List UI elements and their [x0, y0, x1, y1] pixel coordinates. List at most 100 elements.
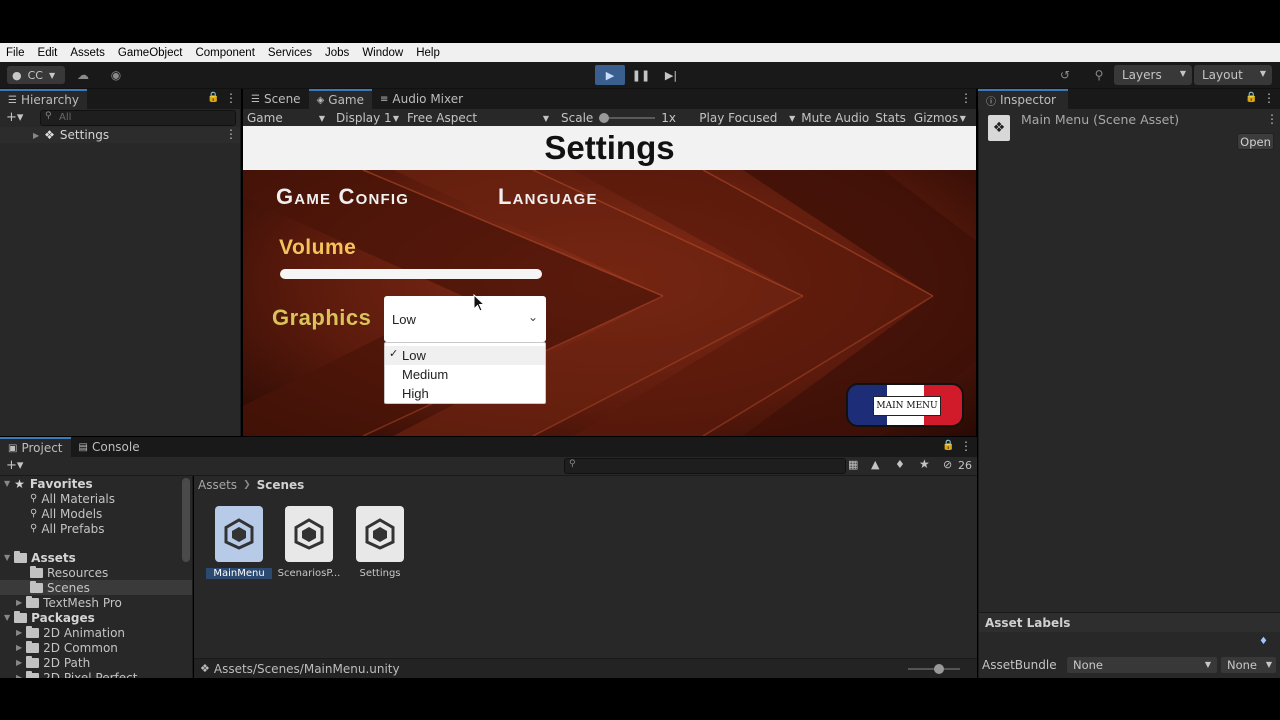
file-tile-scenarios[interactable]: ScenariosP...	[276, 506, 342, 579]
lock-icon[interactable]: 🔒	[207, 92, 219, 103]
mute-audio-toggle[interactable]: Mute Audio	[801, 111, 869, 125]
play-icon: ▶	[605, 68, 615, 82]
menu-assets[interactable]: Assets	[70, 47, 105, 59]
tree-item[interactable]: ▼ ★ Favorites	[0, 476, 192, 491]
dropdown-option-low[interactable]: ✓ Low	[385, 346, 545, 365]
graphics-dropdown[interactable]: Low ⌄	[384, 296, 546, 342]
scale-slider-handle[interactable]	[599, 112, 610, 123]
history-icon[interactable]: ↺	[1055, 66, 1075, 84]
step-button[interactable]: ▶|	[657, 65, 685, 85]
tree-scrollbar[interactable]	[182, 478, 190, 562]
main-menu-button[interactable]: MAIN MENU	[846, 383, 964, 427]
asset-bundle-dropdown[interactable]: None ▼	[1067, 657, 1217, 673]
gizmos-dropdown[interactable]: Gizmos ▼	[906, 111, 970, 125]
game-viewport[interactable]: Settings Game Config Language Volume Gra…	[243, 126, 976, 436]
tree-item[interactable]: ▼ Packages	[0, 610, 192, 625]
aspect-dropdown[interactable]: Free Aspect ▼	[401, 111, 553, 125]
volume-slider[interactable]	[280, 269, 542, 279]
expand-arrow-icon[interactable]: ▶	[16, 598, 22, 607]
hidden-packages-icon[interactable]: ⊘	[943, 458, 952, 471]
tree-item[interactable]: ▶ 2D Pixel Perfect	[0, 670, 192, 678]
scale-slider[interactable]	[599, 112, 656, 124]
tree-item[interactable]: ⚲ All Materials	[0, 491, 192, 506]
layout-dropdown[interactable]: Layout ▼	[1194, 65, 1272, 85]
layers-dropdown[interactable]: Layers ▼	[1114, 65, 1192, 85]
tab-project[interactable]: ▣ Project	[0, 437, 71, 457]
filter-by-label-icon[interactable]: ♦	[895, 458, 905, 471]
file-tile-mainmenu[interactable]: MainMenu	[206, 506, 272, 579]
tab-console[interactable]: ▤ Console	[71, 437, 148, 457]
project-search-input[interactable]: ⚲	[564, 458, 846, 474]
favorite-star-icon[interactable]: ★	[919, 457, 930, 471]
add-icon[interactable]: +▾	[6, 110, 23, 125]
more-icon[interactable]: ⋮	[1263, 91, 1275, 105]
tree-item[interactable]: ▶ 2D Common	[0, 640, 192, 655]
tree-item[interactable]: Scenes	[0, 580, 192, 595]
asset-labels-header[interactable]: Asset Labels	[979, 612, 1280, 632]
lock-icon[interactable]: 🔒	[1245, 92, 1257, 103]
tab-audio-mixer[interactable]: ≡ Audio Mixer	[372, 89, 471, 109]
tree-item[interactable]: ⚲ All Prefabs	[0, 521, 192, 536]
tree-item[interactable]: ▶ 2D Animation	[0, 625, 192, 640]
more-icon[interactable]: ⋮	[1266, 112, 1278, 126]
search-by-type-icon[interactable]: ▦	[848, 458, 858, 471]
asset-variant-dropdown[interactable]: None ▼	[1221, 657, 1276, 673]
expand-arrow-icon[interactable]: ▶	[16, 673, 22, 678]
collapse-arrow-icon[interactable]: ▼	[4, 553, 10, 562]
play-button[interactable]: ▶	[595, 65, 625, 85]
menu-window[interactable]: Window	[362, 47, 403, 59]
collapse-arrow-icon[interactable]: ▼	[4, 479, 10, 488]
more-icon[interactable]: ⋮	[960, 439, 972, 453]
expand-arrow-icon[interactable]: ▶	[33, 131, 39, 140]
tab-hierarchy-label: Hierarchy	[20, 93, 79, 107]
display-dropdown[interactable]: Display 1 ▼	[329, 111, 401, 125]
hierarchy-search-input[interactable]: ⚲ All	[40, 110, 236, 126]
icon-size-slider-handle[interactable]	[934, 664, 944, 674]
more-icon[interactable]: ⋮	[225, 91, 237, 105]
search-icon[interactable]: ⚲	[1089, 66, 1109, 84]
tree-item[interactable]: ▶ TextMesh Pro	[0, 595, 192, 610]
cloud-icon[interactable]: ☁	[73, 66, 93, 84]
menu-edit[interactable]: Edit	[38, 47, 58, 59]
tag-icon[interactable]: ♦	[1259, 636, 1268, 647]
tree-item[interactable]: ▶ 2D Path	[0, 655, 192, 670]
filter-by-type-icon[interactable]: ▲	[871, 458, 879, 471]
more-icon[interactable]: ⋮	[225, 127, 237, 141]
lock-icon[interactable]: 🔒	[942, 440, 954, 451]
expand-arrow-icon[interactable]: ▶	[16, 643, 22, 652]
menu-services[interactable]: Services	[268, 47, 312, 59]
expand-arrow-icon[interactable]: ▶	[16, 628, 22, 637]
play-focused-dropdown[interactable]: Play Focused ▼	[697, 111, 799, 125]
tree-item[interactable]: Resources	[0, 565, 192, 580]
menu-gameobject[interactable]: GameObject	[118, 47, 183, 59]
tab-language[interactable]: Language	[498, 184, 598, 210]
more-icon[interactable]: ⋮	[960, 91, 972, 105]
menu-jobs[interactable]: Jobs	[325, 47, 349, 59]
hierarchy-scene-row[interactable]: ▶ ❖ Settings ⋮	[0, 127, 240, 143]
open-button[interactable]: Open	[1237, 133, 1274, 150]
tab-game[interactable]: ◈ Game	[308, 89, 372, 109]
breadcrumb-assets[interactable]: Assets	[198, 478, 237, 492]
pause-button[interactable]: ❚❚	[627, 65, 655, 85]
game-view-dropdown[interactable]: Game ▼	[243, 111, 329, 125]
tree-item[interactable]: ⚲ All Models	[0, 506, 192, 521]
add-icon[interactable]: +▾	[6, 458, 23, 473]
tab-hierarchy[interactable]: ☰ Hierarchy	[0, 89, 87, 109]
collapse-arrow-icon[interactable]: ▼	[4, 613, 10, 622]
dropdown-option-high[interactable]: High	[385, 384, 545, 403]
account-dropdown[interactable]: ● CC ▼	[7, 66, 65, 84]
menu-component[interactable]: Component	[195, 47, 254, 59]
dropdown-option-medium[interactable]: Medium	[385, 365, 545, 384]
stats-toggle[interactable]: Stats	[875, 111, 906, 125]
tab-game-config[interactable]: Game Config	[276, 184, 409, 210]
breadcrumb-scenes[interactable]: Scenes	[257, 478, 305, 492]
tree-item[interactable]: ▼ Assets	[0, 550, 192, 565]
menu-file[interactable]: File	[6, 47, 25, 59]
tab-inspector[interactable]: ⓘ Inspector	[978, 89, 1068, 109]
file-name: ScenariosP...	[277, 568, 341, 579]
menu-help[interactable]: Help	[416, 47, 440, 59]
tab-scene[interactable]: ☰ Scene	[243, 89, 309, 109]
expand-arrow-icon[interactable]: ▶	[16, 658, 22, 667]
collab-icon[interactable]: ◉	[106, 66, 126, 84]
file-tile-settings[interactable]: Settings	[347, 506, 413, 579]
